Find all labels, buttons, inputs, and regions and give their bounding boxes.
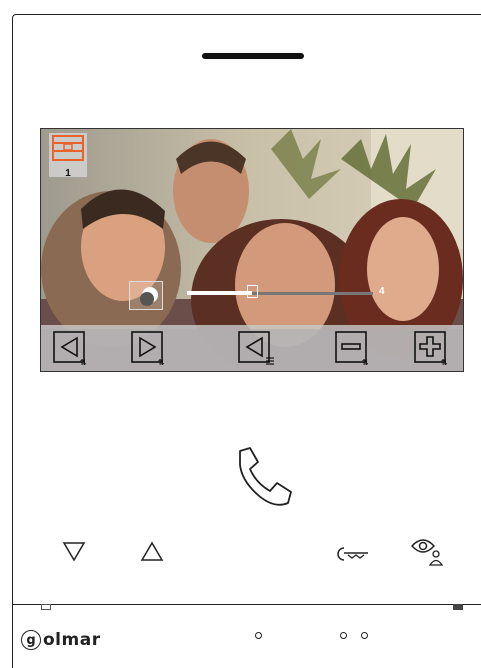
camera-badge[interactable]: 1 xyxy=(49,133,87,179)
video-screen: 1 4 ⇅ ⇅ ⇅ ⇅ xyxy=(40,128,464,372)
prev-adjust-button[interactable]: ⇅ xyxy=(53,330,91,367)
camera-number: 1 xyxy=(65,168,71,179)
triangle-up-icon xyxy=(140,541,164,561)
plus-adjust-icon: ⇅ xyxy=(414,331,448,367)
key-icon xyxy=(337,547,368,561)
indicator-dot xyxy=(340,632,347,639)
call-button[interactable] xyxy=(228,445,294,511)
svg-text:⇅: ⇅ xyxy=(441,358,448,366)
camera-panel-icon xyxy=(52,135,84,161)
slider-fill xyxy=(187,291,253,295)
svg-text:⇅: ⇅ xyxy=(80,358,87,366)
down-button[interactable] xyxy=(62,540,86,567)
triangle-right-adjust-icon: ⇅ xyxy=(131,331,165,367)
decrease-button[interactable]: ⇅ xyxy=(335,330,373,367)
door-release-button[interactable] xyxy=(334,545,370,568)
slider-thumb[interactable] xyxy=(247,285,259,298)
brand-logo: g olmar xyxy=(21,627,101,653)
back-menu-icon xyxy=(238,331,274,365)
svg-text:⇅: ⇅ xyxy=(362,358,369,366)
triangle-left-adjust-icon: ⇅ xyxy=(53,331,87,367)
speaker-grille xyxy=(202,53,304,59)
left-led xyxy=(41,604,51,610)
svg-text:⇅: ⇅ xyxy=(158,358,165,366)
panel-divider xyxy=(12,604,481,605)
logo-text: olmar xyxy=(43,630,101,650)
eye-user-icon xyxy=(410,539,444,566)
monitor-button[interactable] xyxy=(410,536,444,573)
right-led xyxy=(453,604,463,610)
increase-button[interactable]: ⇅ xyxy=(414,330,452,367)
triangle-down-icon xyxy=(62,542,86,562)
indicator-dot xyxy=(361,632,368,639)
up-button[interactable] xyxy=(140,540,164,567)
brightness-slider[interactable]: 4 xyxy=(129,279,429,310)
next-adjust-button[interactable]: ⇅ xyxy=(131,330,169,367)
logo-mark: g xyxy=(21,630,41,650)
screen-toolbar: ⇅ ⇅ ⇅ ⇅ xyxy=(41,325,463,371)
phone-icon xyxy=(239,447,292,506)
indicator-dot xyxy=(255,632,262,639)
back-menu-button[interactable] xyxy=(238,330,276,366)
minus-adjust-icon: ⇅ xyxy=(335,331,369,367)
brightness-icon xyxy=(129,281,163,310)
slider-value: 4 xyxy=(379,286,385,297)
